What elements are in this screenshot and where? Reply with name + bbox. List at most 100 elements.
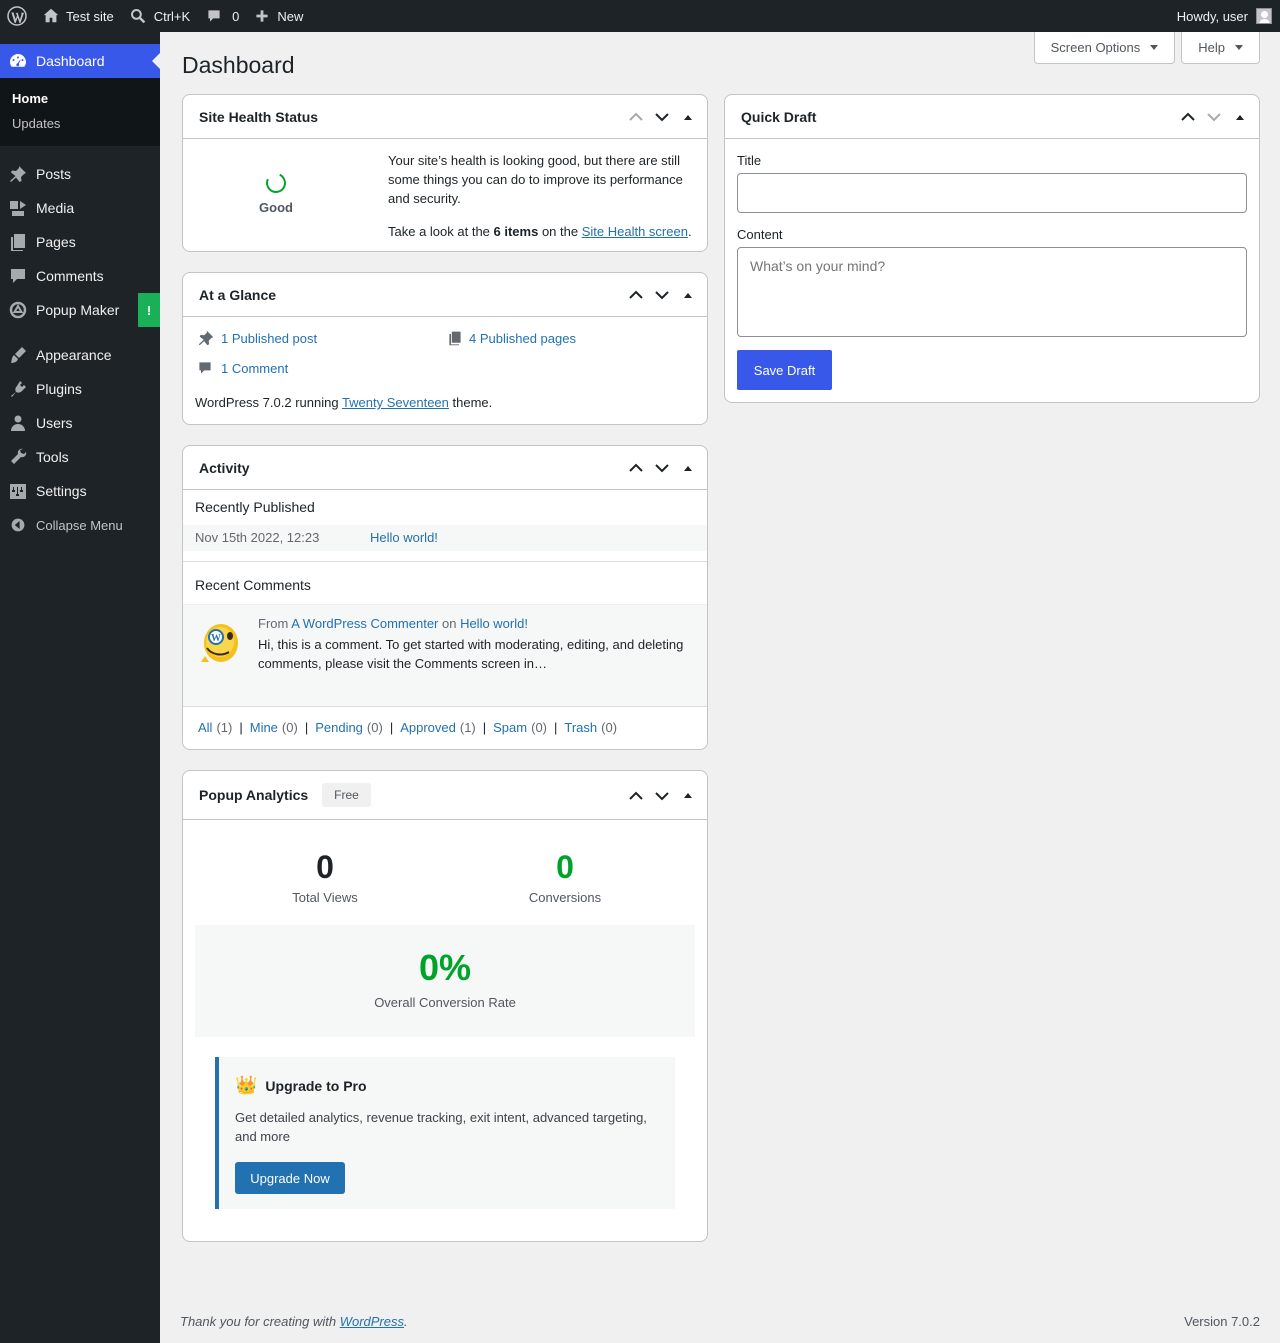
- chevron-down-icon: [655, 113, 669, 122]
- move-up-button[interactable]: [623, 273, 649, 317]
- collapse-menu-button[interactable]: Collapse Menu: [0, 508, 160, 542]
- menu-label: Comments: [36, 268, 104, 284]
- text: .: [404, 1314, 408, 1329]
- triangle-up-icon: [684, 793, 692, 798]
- toggle-panel-button[interactable]: [675, 446, 701, 490]
- upgrade-now-button[interactable]: Upgrade Now: [235, 1162, 345, 1194]
- admin-menu: Dashboard Home Updates Posts Media Pages…: [0, 32, 160, 1343]
- submenu-home[interactable]: Home: [0, 86, 160, 111]
- comment-excerpt: Hi, this is a comment. To get started wi…: [258, 637, 684, 671]
- widget-title: Popup Analytics: [199, 787, 309, 803]
- conversion-rate-value: 0%: [418, 947, 472, 988]
- widget-controls: [623, 446, 701, 490]
- button-label: Help: [1198, 40, 1225, 55]
- title-input[interactable]: [737, 173, 1247, 213]
- widget-title: At a Glance: [199, 286, 277, 303]
- new-content-link[interactable]: New: [247, 0, 311, 32]
- comments-link[interactable]: 1 Comment: [197, 359, 288, 377]
- filter-approved-link[interactable]: Approved: [400, 720, 456, 735]
- filter-trash-link[interactable]: Trash: [564, 720, 597, 735]
- comment-post-link[interactable]: Hello world!: [460, 616, 528, 631]
- comment-bubble-icon: [208, 10, 220, 22]
- wordpress-version-text: WordPress 7.0.2 running Twenty Seventeen…: [195, 395, 492, 410]
- toggle-panel-button[interactable]: [1227, 95, 1253, 139]
- post-title-link[interactable]: Hello world!: [370, 530, 438, 545]
- move-down-button[interactable]: [649, 273, 675, 317]
- toggle-panel-button[interactable]: [675, 771, 701, 820]
- menu-label: Posts: [36, 166, 72, 182]
- wordpress-logo-icon[interactable]: [0, 0, 34, 32]
- menu-item-posts[interactable]: Posts: [0, 157, 160, 191]
- health-message: Your site’s health is looking good, but …: [388, 153, 683, 206]
- menu-item-settings[interactable]: Settings: [0, 474, 160, 508]
- health-status-label: Good: [259, 200, 293, 215]
- widget-title: Activity: [199, 459, 250, 476]
- popup-maker-icon: [8, 300, 28, 320]
- menu-item-popup-maker[interactable]: Popup Maker !: [0, 293, 160, 327]
- help-button[interactable]: Help: [1181, 32, 1260, 64]
- published-posts-link[interactable]: 1 Published post: [197, 329, 317, 347]
- dashboard-icon: [8, 51, 28, 71]
- move-up-button[interactable]: [1175, 95, 1201, 139]
- menu-item-dashboard[interactable]: Dashboard: [0, 44, 160, 78]
- commenter-link[interactable]: A WordPress Commenter: [291, 616, 438, 631]
- theme-link[interactable]: Twenty Seventeen: [342, 395, 449, 410]
- items-count: 6 items: [493, 224, 539, 239]
- wordpress-link[interactable]: WordPress: [340, 1314, 404, 1329]
- triangle-up-icon: [684, 465, 692, 471]
- upgrade-heading: 👑 Upgrade to Pro: [235, 1075, 367, 1096]
- health-items-text: Take a look at the 6 items on the Site H…: [388, 222, 692, 241]
- move-down-button[interactable]: [649, 771, 675, 820]
- settings-icon: [8, 481, 28, 501]
- menu-label: Pages: [36, 234, 76, 250]
- chevron-down-icon: [655, 291, 669, 300]
- filter-pending-link[interactable]: Pending: [315, 720, 363, 735]
- list-item: Nov 15th 2022, 12:23 Hello world!: [183, 525, 707, 551]
- published-pages-link[interactable]: 4 Published pages: [447, 329, 576, 347]
- menu-item-plugins[interactable]: Plugins: [0, 372, 160, 406]
- pushpin-icon: [198, 330, 214, 346]
- toggle-panel-button[interactable]: [675, 95, 701, 139]
- comment-meta: From A WordPress Commenter on Hello worl…: [258, 616, 528, 631]
- my-account[interactable]: Howdy, user: [1177, 0, 1272, 32]
- menu-item-comments[interactable]: Comments: [0, 259, 160, 293]
- move-up-button[interactable]: [623, 771, 649, 820]
- widget-title: Site Health Status: [199, 108, 319, 125]
- site-health-screen-link[interactable]: Site Health screen: [582, 224, 688, 239]
- home-icon: [43, 8, 59, 23]
- screen-options-button[interactable]: Screen Options: [1033, 32, 1176, 64]
- move-down-button[interactable]: [649, 95, 675, 139]
- recently-published-heading: Recently Published: [195, 499, 315, 515]
- menu-item-users[interactable]: Users: [0, 406, 160, 440]
- filter-mine-link[interactable]: Mine: [250, 720, 278, 735]
- text: From: [258, 616, 292, 631]
- comments-link[interactable]: 0: [198, 0, 247, 32]
- content-label: Content: [737, 227, 783, 242]
- move-up-button[interactable]: [623, 95, 649, 139]
- comments-count: 0: [232, 8, 240, 24]
- menu-item-pages[interactable]: Pages: [0, 225, 160, 259]
- filter-all-link[interactable]: All: [198, 720, 212, 735]
- menu-item-tools[interactable]: Tools: [0, 440, 160, 474]
- filter-count: (0): [281, 720, 298, 735]
- toggle-panel-button[interactable]: [675, 273, 701, 317]
- total-views-stat: 0 Total Views: [245, 849, 405, 905]
- filter-count: (0): [366, 720, 383, 735]
- menu-item-media[interactable]: Media: [0, 191, 160, 225]
- triangle-up-icon: [1236, 114, 1244, 120]
- footer-version: Version 7.0.2: [1184, 1314, 1260, 1329]
- menu-label: Settings: [36, 483, 87, 499]
- submenu-updates[interactable]: Updates: [0, 111, 160, 136]
- move-down-button[interactable]: [1201, 95, 1227, 139]
- search-link[interactable]: Ctrl+K: [122, 0, 198, 32]
- save-draft-button[interactable]: Save Draft: [737, 350, 832, 390]
- howdy-text: Howdy, user: [1176, 8, 1248, 24]
- move-down-button[interactable]: [649, 446, 675, 490]
- filter-spam-link[interactable]: Spam: [493, 720, 527, 735]
- menu-label: Popup Maker: [36, 302, 120, 318]
- content-textarea[interactable]: [737, 247, 1247, 337]
- move-up-button[interactable]: [623, 446, 649, 490]
- site-name-link[interactable]: Test site: [34, 0, 122, 32]
- menu-label: Plugins: [36, 381, 82, 397]
- menu-item-appearance[interactable]: Appearance: [0, 338, 160, 372]
